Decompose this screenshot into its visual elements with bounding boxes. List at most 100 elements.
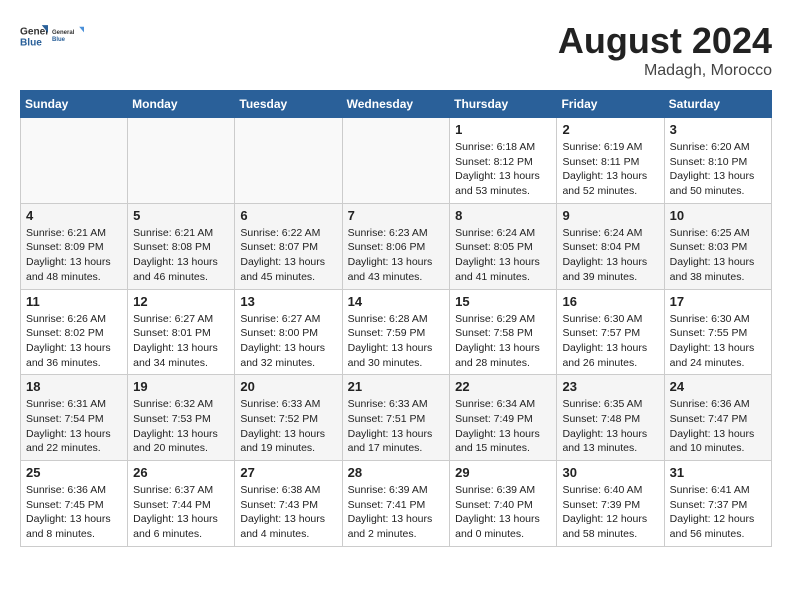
cell-w5-d1: 25 Sunrise: 6:36 AMSunset: 7:45 PMDayligh… (21, 461, 128, 547)
cell-w2-d1: 4Sunrise: 6:21 AMSunset: 8:09 PMDaylight… (21, 203, 128, 289)
day-number: 30 (562, 465, 658, 480)
location: Madagh, Morocco (558, 62, 772, 80)
day-number: 10 (670, 208, 766, 223)
day-info: Sunrise: 6:39 AMSunset: 7:40 PMDaylight:… (455, 483, 551, 542)
svg-text:General: General (52, 30, 75, 36)
header-friday: Friday (557, 91, 664, 118)
day-number: 11 (26, 294, 122, 309)
weekday-header-row: Sunday Monday Tuesday Wednesday Thursday… (21, 91, 772, 118)
day-info: Sunrise: 6:36 AMSunset: 7:45 PMDaylight:… (26, 483, 122, 542)
month-year: August 2024 (558, 20, 772, 62)
day-info: Sunrise: 6:33 AMSunset: 7:52 PMDaylight:… (240, 397, 336, 456)
day-number: 13 (240, 294, 336, 309)
day-info: Sunrise: 6:21 AMSunset: 8:09 PMDaylight:… (26, 226, 122, 285)
cell-w3-d2: 12 Sunrise: 6:27 AMSunset: 8:01 PMDayligh… (128, 289, 235, 375)
day-info: Sunrise: 6:24 AMSunset: 8:04 PMDaylight:… (562, 226, 658, 285)
day-info: Sunrise: 6:35 AMSunset: 7:48 PMDaylight:… (562, 397, 658, 456)
day-info: Sunrise: 6:32 AMSunset: 7:53 PMDaylight:… (133, 397, 229, 456)
day-info: Sunrise: 6:22 AMSunset: 8:07 PMDaylight:… (240, 226, 336, 285)
header-monday: Monday (128, 91, 235, 118)
title-block: August 2024 Madagh, Morocco (558, 20, 772, 80)
cell-w1-d2 (128, 118, 235, 204)
day-info: Sunrise: 6:30 AMSunset: 7:55 PMDaylight:… (670, 312, 766, 371)
day-info: Sunrise: 6:40 AMSunset: 7:39 PMDaylight:… (562, 483, 658, 542)
week-row-4: 18 Sunrise: 6:31 AMSunset: 7:54 PMDayligh… (21, 375, 772, 461)
week-row-2: 4Sunrise: 6:21 AMSunset: 8:09 PMDaylight… (21, 203, 772, 289)
day-info: Sunrise: 6:41 AMSunset: 7:37 PMDaylight:… (670, 483, 766, 542)
day-info: Sunrise: 6:27 AMSunset: 8:00 PMDaylight:… (240, 312, 336, 371)
cell-w1-d1 (21, 118, 128, 204)
cell-w4-d5: 22 Sunrise: 6:34 AMSunset: 7:49 PMDayligh… (450, 375, 557, 461)
day-info: Sunrise: 6:28 AMSunset: 7:59 PMDaylight:… (348, 312, 445, 371)
day-info: Sunrise: 6:31 AMSunset: 7:54 PMDaylight:… (26, 397, 122, 456)
cell-w4-d6: 23 Sunrise: 6:35 AMSunset: 7:48 PMDayligh… (557, 375, 664, 461)
header-wednesday: Wednesday (342, 91, 450, 118)
cell-w2-d2: 5 Sunrise: 6:21 AMSunset: 8:08 PMDaylight… (128, 203, 235, 289)
day-number: 12 (133, 294, 229, 309)
day-info: Sunrise: 6:37 AMSunset: 7:44 PMDaylight:… (133, 483, 229, 542)
logo-graphic: General Blue (52, 20, 84, 52)
day-info: Sunrise: 6:29 AMSunset: 7:58 PMDaylight:… (455, 312, 551, 371)
header-saturday: Saturday (664, 91, 771, 118)
cell-w4-d1: 18 Sunrise: 6:31 AMSunset: 7:54 PMDayligh… (21, 375, 128, 461)
cell-w4-d7: 24 Sunrise: 6:36 AMSunset: 7:47 PMDayligh… (664, 375, 771, 461)
cell-w2-d5: 8 Sunrise: 6:24 AMSunset: 8:05 PMDaylight… (450, 203, 557, 289)
cell-w1-d3 (235, 118, 342, 204)
day-number: 23 (562, 379, 658, 394)
day-number: 15 (455, 294, 551, 309)
day-info: Sunrise: 6:26 AMSunset: 8:02 PMDaylight:… (26, 312, 122, 371)
cell-w5-d5: 29 Sunrise: 6:39 AMSunset: 7:40 PMDayligh… (450, 461, 557, 547)
cell-w3-d6: 16 Sunrise: 6:30 AMSunset: 7:57 PMDayligh… (557, 289, 664, 375)
day-number: 28 (348, 465, 445, 480)
svg-text:General: General (20, 26, 48, 37)
day-number: 3 (670, 122, 766, 137)
day-number: 22 (455, 379, 551, 394)
cell-w5-d4: 28 Sunrise: 6:39 AMSunset: 7:41 PMDayligh… (342, 461, 450, 547)
day-number: 5 (133, 208, 229, 223)
day-number: 17 (670, 294, 766, 309)
day-number: 29 (455, 465, 551, 480)
header: General Blue General Blue August 2024 Ma… (20, 20, 772, 80)
day-info: Sunrise: 6:20 AMSunset: 8:10 PMDaylight:… (670, 140, 766, 199)
day-number: 24 (670, 379, 766, 394)
cell-w3-d7: 17 Sunrise: 6:30 AMSunset: 7:55 PMDayligh… (664, 289, 771, 375)
day-number: 7 (348, 208, 445, 223)
cell-w3-d5: 15 Sunrise: 6:29 AMSunset: 7:58 PMDayligh… (450, 289, 557, 375)
header-tuesday: Tuesday (235, 91, 342, 118)
day-info: Sunrise: 6:34 AMSunset: 7:49 PMDaylight:… (455, 397, 551, 456)
cell-w2-d7: 10 Sunrise: 6:25 AMSunset: 8:03 PMDayligh… (664, 203, 771, 289)
day-number: 9 (562, 208, 658, 223)
svg-text:Blue: Blue (20, 37, 42, 48)
day-number: 16 (562, 294, 658, 309)
cell-w4-d4: 21Sunrise: 6:33 AMSunset: 7:51 PMDayligh… (342, 375, 450, 461)
day-info: Sunrise: 6:25 AMSunset: 8:03 PMDaylight:… (670, 226, 766, 285)
day-info: Sunrise: 6:27 AMSunset: 8:01 PMDaylight:… (133, 312, 229, 371)
day-info: Sunrise: 6:19 AMSunset: 8:11 PMDaylight:… (562, 140, 658, 199)
cell-w3-d4: 14 Sunrise: 6:28 AMSunset: 7:59 PMDayligh… (342, 289, 450, 375)
day-number: 21 (348, 379, 445, 394)
day-number: 18 (26, 379, 122, 394)
cell-w2-d6: 9 Sunrise: 6:24 AMSunset: 8:04 PMDaylight… (557, 203, 664, 289)
day-number: 27 (240, 465, 336, 480)
day-info: Sunrise: 6:24 AMSunset: 8:05 PMDaylight:… (455, 226, 551, 285)
week-row-5: 25 Sunrise: 6:36 AMSunset: 7:45 PMDayligh… (21, 461, 772, 547)
header-thursday: Thursday (450, 91, 557, 118)
day-info: Sunrise: 6:36 AMSunset: 7:47 PMDaylight:… (670, 397, 766, 456)
cell-w4-d3: 20 Sunrise: 6:33 AMSunset: 7:52 PMDayligh… (235, 375, 342, 461)
day-number: 19 (133, 379, 229, 394)
day-info: Sunrise: 6:30 AMSunset: 7:57 PMDaylight:… (562, 312, 658, 371)
day-info: Sunrise: 6:18 AMSunset: 8:12 PMDaylight:… (455, 140, 551, 199)
day-number: 20 (240, 379, 336, 394)
cell-w2-d4: 7 Sunrise: 6:23 AMSunset: 8:06 PMDaylight… (342, 203, 450, 289)
day-info: Sunrise: 6:38 AMSunset: 7:43 PMDaylight:… (240, 483, 336, 542)
day-number: 25 (26, 465, 122, 480)
day-number: 26 (133, 465, 229, 480)
day-number: 8 (455, 208, 551, 223)
day-number: 1 (455, 122, 551, 137)
day-info: Sunrise: 6:21 AMSunset: 8:08 PMDaylight:… (133, 226, 229, 285)
cell-w5-d2: 26 Sunrise: 6:37 AMSunset: 7:44 PMDayligh… (128, 461, 235, 547)
day-number: 14 (348, 294, 445, 309)
cell-w3-d3: 13 Sunrise: 6:27 AMSunset: 8:00 PMDayligh… (235, 289, 342, 375)
day-info: Sunrise: 6:39 AMSunset: 7:41 PMDaylight:… (348, 483, 445, 542)
day-info: Sunrise: 6:23 AMSunset: 8:06 PMDaylight:… (348, 226, 445, 285)
